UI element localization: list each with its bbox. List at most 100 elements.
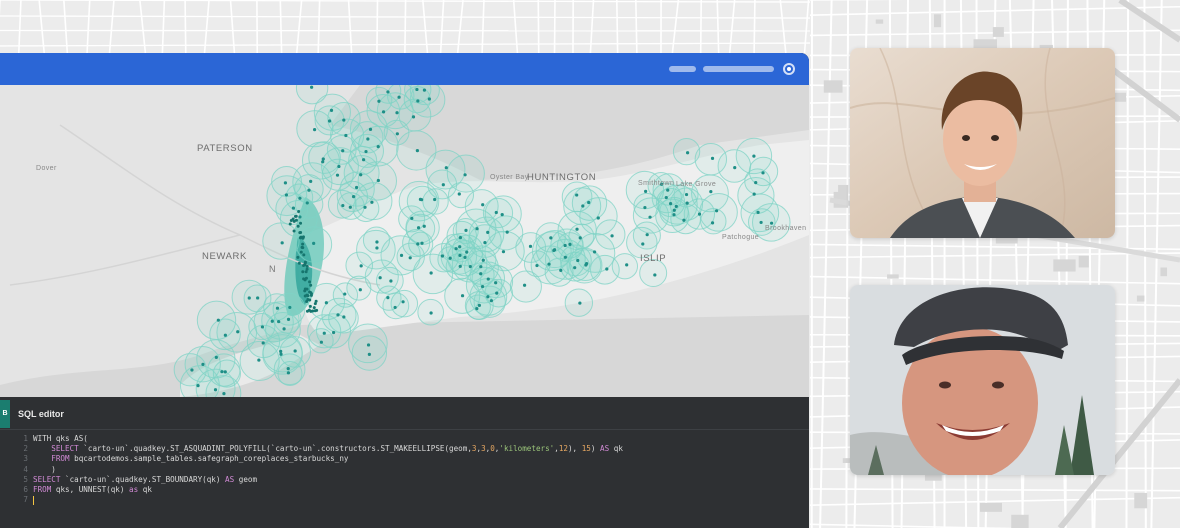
store-point xyxy=(444,166,448,170)
store-point xyxy=(563,243,567,248)
store-point xyxy=(648,215,652,219)
map-canvas[interactable] xyxy=(0,85,809,397)
store-point xyxy=(312,306,316,310)
store-point xyxy=(342,118,346,122)
map-label-n: N xyxy=(269,264,276,274)
store-point xyxy=(494,281,498,285)
store-point xyxy=(247,296,251,300)
store-point xyxy=(587,200,591,205)
store-point xyxy=(669,202,673,206)
store-point xyxy=(351,195,356,199)
user-avatar-icon[interactable] xyxy=(783,63,795,75)
store-point xyxy=(481,203,485,207)
store-point xyxy=(552,248,556,253)
store-point xyxy=(581,204,585,208)
code-text: ) xyxy=(33,465,56,475)
store-point xyxy=(368,127,373,131)
store-point xyxy=(344,133,348,138)
store-point xyxy=(575,227,579,231)
code-line[interactable]: 6 FROM qks, UNNEST(qk) as qk xyxy=(0,485,809,495)
header-nav-pill[interactable] xyxy=(669,66,696,72)
store-point xyxy=(279,349,283,353)
store-point xyxy=(375,240,379,244)
text-cursor xyxy=(33,495,34,505)
code-token: ), xyxy=(567,444,582,454)
code-line[interactable]: 5 SELECT `carto-un`.quadkey.ST_BOUNDARY(q… xyxy=(0,475,809,485)
map-label-lake-grove: Lake Grove xyxy=(676,181,717,188)
store-point xyxy=(308,290,312,294)
store-point xyxy=(296,255,300,259)
code-line[interactable]: 1 WITH qks AS( xyxy=(0,434,809,444)
map-label-huntington: HUNTINGTON xyxy=(527,172,597,183)
store-point xyxy=(223,333,227,337)
store-point xyxy=(196,384,200,388)
map-block xyxy=(1078,255,1089,268)
store-point xyxy=(422,88,427,92)
map-block xyxy=(1160,267,1168,277)
store-point xyxy=(322,331,326,335)
store-point xyxy=(479,265,483,269)
sql-code-area[interactable]: 1 WITH qks AS(2 SELECT `carto-un`.quadkey… xyxy=(0,434,809,528)
code-token: `carto-un`.quadkey.ST_BOUNDARY(qk) xyxy=(60,474,226,484)
code-line[interactable]: 2 SELECT `carto-un`.quadkey.ST_ASQUADINT… xyxy=(0,444,809,454)
buffer-circle xyxy=(509,270,542,303)
code-line[interactable]: 7 xyxy=(0,495,809,505)
store-point xyxy=(348,205,352,209)
store-point xyxy=(483,241,487,245)
store-point xyxy=(359,264,363,268)
participant-video-1 xyxy=(850,48,1115,238)
code-token: geom xyxy=(234,474,258,484)
sql-editor-header: B SQL editor xyxy=(0,397,809,430)
store-point xyxy=(489,299,493,303)
header-nav-pill-wide[interactable] xyxy=(703,66,774,72)
map-block xyxy=(838,184,849,193)
store-point xyxy=(201,362,205,366)
store-point xyxy=(343,292,347,296)
map-view[interactable]: PATERSON Dover NEWARK N Oyster Bay HUNTI… xyxy=(0,85,809,397)
store-point xyxy=(299,221,303,225)
store-point xyxy=(375,246,379,250)
sql-editor-badge[interactable]: B xyxy=(0,400,10,428)
store-point xyxy=(761,171,765,175)
store-point xyxy=(261,341,265,345)
store-point xyxy=(458,245,462,249)
store-point xyxy=(361,158,366,162)
store-point xyxy=(710,221,715,225)
store-point xyxy=(299,230,303,234)
store-point xyxy=(286,367,290,371)
store-point xyxy=(408,256,412,260)
store-point xyxy=(321,157,325,161)
store-point xyxy=(563,255,567,259)
store-point xyxy=(301,242,305,246)
store-point xyxy=(331,330,336,335)
store-point xyxy=(578,236,582,240)
map-label-paterson: PATERSON xyxy=(197,143,253,154)
buffer-circle xyxy=(387,85,415,110)
store-point xyxy=(420,241,424,245)
line-number: 5 xyxy=(23,474,28,484)
store-point xyxy=(291,206,296,210)
buffer-circle xyxy=(550,228,584,262)
code-line[interactable]: 4 ) xyxy=(0,465,809,475)
store-point xyxy=(416,226,421,230)
store-point xyxy=(458,264,462,268)
store-point xyxy=(395,111,399,115)
store-point xyxy=(389,279,393,283)
store-point xyxy=(625,263,629,267)
map-label-smithtown: Smithtown xyxy=(638,180,675,187)
code-line[interactable]: 3 FROM bqcartodemos.sample_tables.safegr… xyxy=(0,454,809,464)
code-token: WITH qks AS( xyxy=(33,434,88,443)
store-point xyxy=(354,185,359,190)
map-block xyxy=(934,14,942,28)
store-point xyxy=(386,296,390,300)
store-point xyxy=(585,261,589,266)
buffer-circle xyxy=(348,323,388,364)
store-point xyxy=(685,151,690,155)
store-point xyxy=(477,303,481,307)
store-point xyxy=(458,236,463,240)
store-point xyxy=(297,209,301,213)
store-point xyxy=(733,166,737,170)
store-point xyxy=(505,230,509,234)
store-point xyxy=(666,188,670,192)
store-point xyxy=(327,119,332,123)
